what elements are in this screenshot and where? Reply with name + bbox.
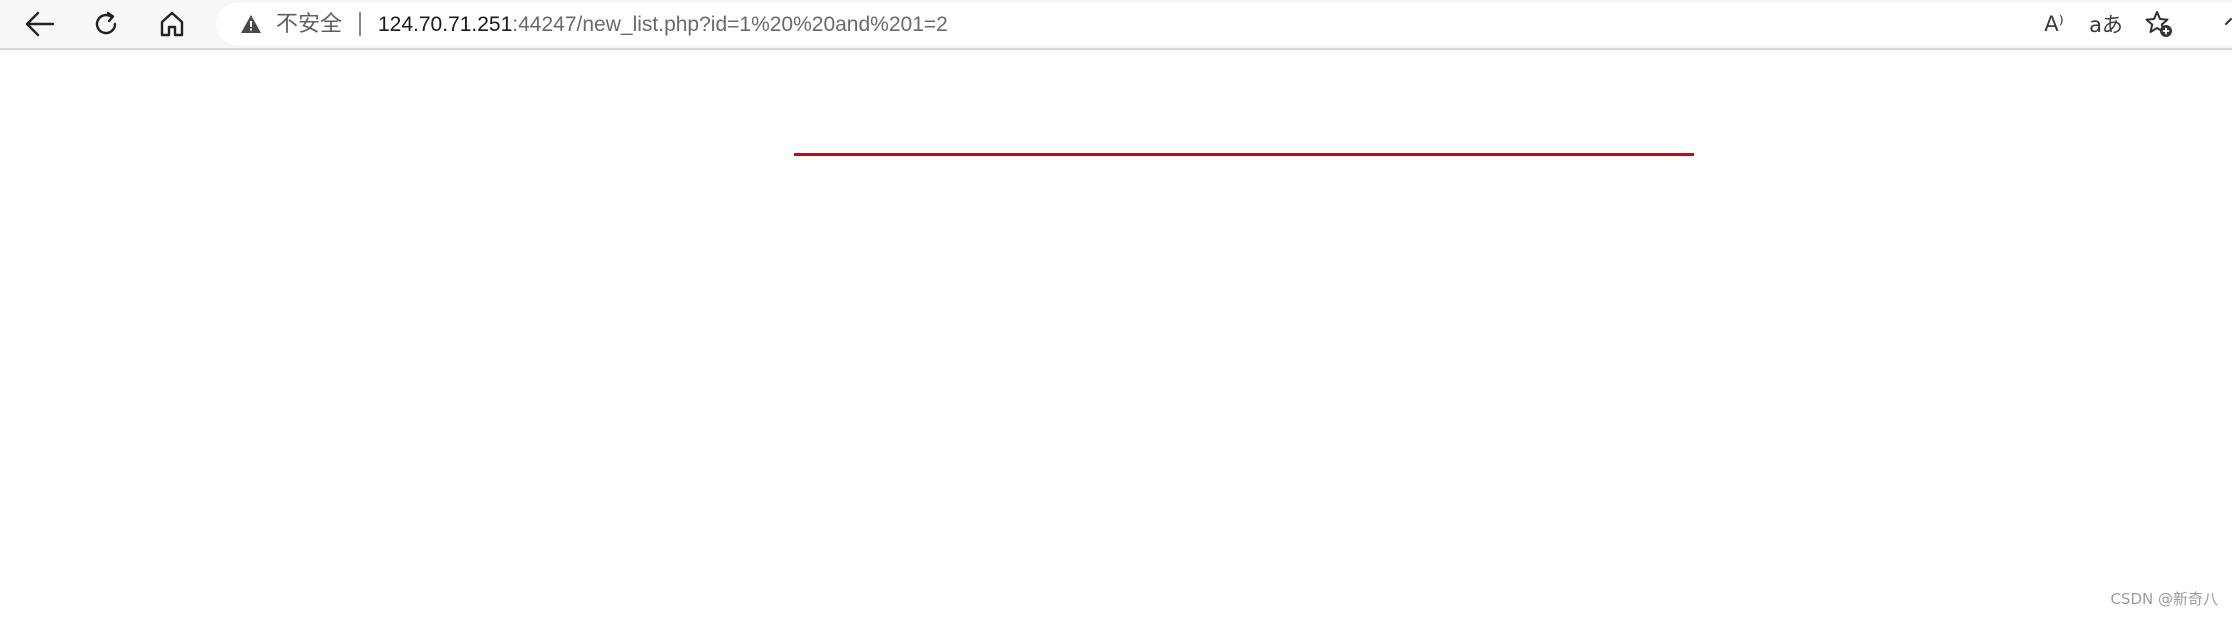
security-status-label[interactable]: 不安全 xyxy=(276,12,342,38)
star-add-icon xyxy=(2145,11,2172,37)
refresh-icon xyxy=(95,11,117,35)
home-button[interactable] xyxy=(150,3,194,45)
back-button[interactable] xyxy=(18,3,62,45)
browser-toolbar: 不安全 124.70.71.251:44247/new_list.php?id=… xyxy=(0,0,2232,50)
url-host: 124.70.71.251 xyxy=(378,13,513,36)
home-icon xyxy=(160,11,184,37)
read-aloud-button[interactable]: A⁾ xyxy=(2038,9,2070,39)
watermark: CSDN @新奇八 xyxy=(2110,590,2218,608)
arrow-left-icon xyxy=(25,11,55,37)
translate-button[interactable]: aあ xyxy=(2089,9,2123,39)
translate-icon: aあ xyxy=(2089,13,2123,37)
overflow-edge-icon xyxy=(2225,18,2232,25)
url-text[interactable]: 124.70.71.251:44247/new_list.php?id=1%20… xyxy=(378,11,948,39)
url-path: :44247/new_list.php?id=1%20%20and%201=2 xyxy=(512,13,948,36)
warning-triangle-icon[interactable] xyxy=(240,14,262,34)
red-divider-line xyxy=(794,153,1694,156)
address-bar[interactable]: 不安全 124.70.71.251:44247/new_list.php?id=… xyxy=(216,3,2232,45)
read-aloud-icon: A⁾ xyxy=(2044,12,2064,36)
add-favorite-button[interactable] xyxy=(2143,9,2175,39)
refresh-button[interactable] xyxy=(84,3,128,45)
address-separator xyxy=(359,12,361,36)
